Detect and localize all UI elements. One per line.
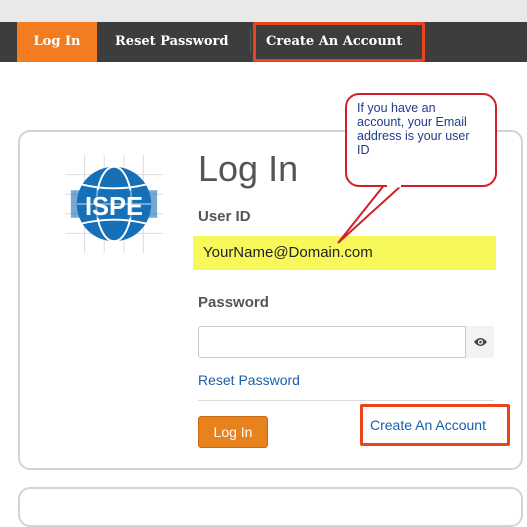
userid-label: User ID xyxy=(198,208,251,225)
create-account-tab-highlight xyxy=(253,22,425,62)
userid-field[interactable]: YourName@Domain.com xyxy=(203,244,373,261)
login-button[interactable]: Log In xyxy=(198,416,268,448)
top-strip xyxy=(0,0,527,22)
reveal-password-button[interactable] xyxy=(465,326,494,358)
tab-reset-password[interactable]: Reset Password xyxy=(115,22,228,62)
form-divider xyxy=(198,400,494,401)
userid-callout: If you have an account, your Email addre… xyxy=(345,93,497,187)
eye-icon xyxy=(474,338,487,346)
svg-text:ISPE: ISPE xyxy=(85,193,143,221)
password-label: Password xyxy=(198,294,269,311)
nav-divider xyxy=(250,30,251,54)
page-title: Log In xyxy=(198,148,299,189)
password-field[interactable] xyxy=(198,326,494,358)
lower-card xyxy=(18,487,523,527)
create-account-link-highlight xyxy=(360,404,510,446)
reset-password-link[interactable]: Reset Password xyxy=(198,372,300,388)
tab-log-in[interactable]: Log In xyxy=(17,22,97,62)
ispe-logo: ISPE xyxy=(65,155,163,253)
